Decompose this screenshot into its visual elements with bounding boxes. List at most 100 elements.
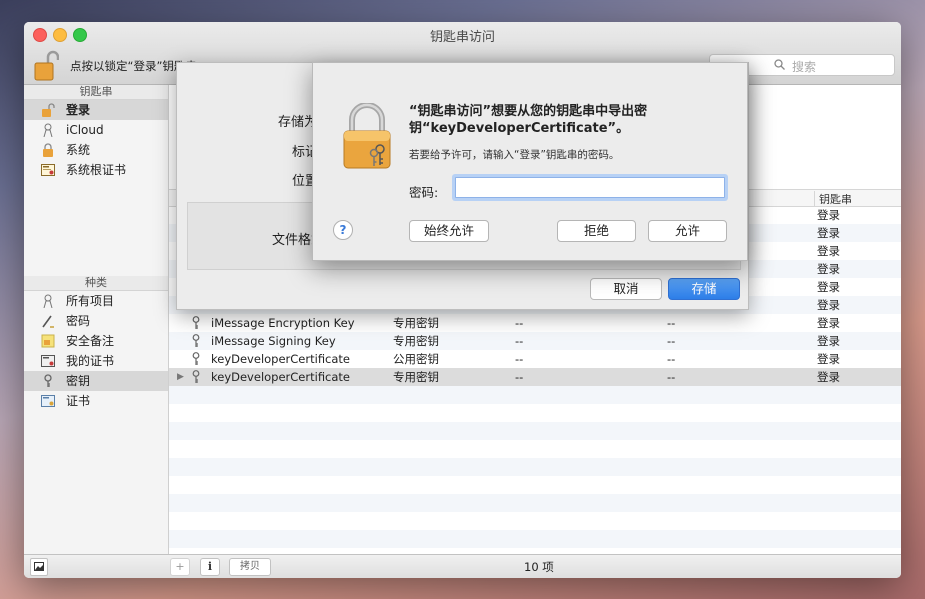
table-row[interactable]: iMessage Encryption Key 专用密钥 -- -- 登录 — [169, 314, 901, 332]
cell-date: -- — [515, 334, 524, 348]
sidebar-item-keys[interactable]: 密钥 — [24, 371, 168, 391]
save-button[interactable]: 存储 — [668, 278, 740, 300]
pen-icon — [42, 315, 54, 328]
sidebar-item-label: 登录 — [66, 103, 91, 117]
cell-date: -- — [515, 316, 524, 330]
sidebar-item-label: 密钥 — [66, 374, 91, 388]
certificate-icon — [41, 355, 55, 367]
cell-keychain: 登录 — [817, 334, 840, 348]
sidebar-item-label: 系统根证书 — [66, 163, 127, 177]
cell-keychain: 登录 — [817, 298, 840, 312]
cell-expires: -- — [667, 334, 676, 348]
cell-keychain: 登录 — [817, 316, 840, 330]
info-button[interactable]: i — [200, 558, 220, 576]
table-row[interactable]: iMessage Signing Key 专用密钥 -- -- 登录 — [169, 332, 901, 350]
sidebar-item-secure-notes[interactable]: 安全备注 — [24, 331, 168, 351]
cell-name: keyDeveloperCertificate — [211, 370, 351, 384]
categories-header: 种类 — [24, 276, 168, 291]
certificate-icon — [41, 395, 55, 407]
table-row[interactable]: ▶ keyDeveloperCertificate 专用密钥 -- -- 登录 — [169, 368, 901, 386]
dialog-subtitle: 若要给予许可，请输入“登录”钥匙串的密码。 — [409, 149, 620, 161]
sidebar-item-passwords[interactable]: 密码 — [24, 311, 168, 331]
cancel-button[interactable]: 取消 — [590, 278, 662, 300]
sidebar-item-label: 所有项目 — [66, 294, 115, 308]
copy-button[interactable]: 拷贝 — [229, 558, 271, 576]
cell-kind: 公用密钥 — [393, 352, 439, 366]
certificate-icon — [41, 164, 55, 176]
sidebar-item-label: iCloud — [66, 123, 104, 137]
empty-row — [169, 512, 901, 530]
empty-row — [169, 386, 901, 404]
cell-keychain: 登录 — [817, 370, 840, 384]
sidebar-item-label: 安全备注 — [66, 334, 115, 348]
cell-kind: 专用密钥 — [393, 370, 439, 384]
empty-row — [169, 440, 901, 458]
search-icon — [774, 59, 785, 70]
search-placeholder: 搜索 — [792, 60, 817, 74]
password-label: 密码: — [409, 185, 439, 200]
window-title: 钥匙串访问 — [429, 30, 495, 45]
sidebar: 钥匙串 登录 iCloud 系统 系统根证书 种类 所有项目 密码 安全备注 我… — [24, 85, 169, 554]
cell-keychain: 登录 — [817, 244, 840, 258]
sidebar-item-my-certificates[interactable]: 我的证书 — [24, 351, 168, 371]
key-icon — [192, 334, 200, 347]
keychains-header: 钥匙串 — [24, 85, 168, 100]
empty-row — [169, 422, 901, 440]
password-field[interactable] — [455, 177, 725, 198]
key-icon — [192, 316, 200, 329]
unlocked-padlock-icon — [42, 103, 55, 117]
cell-keychain: 登录 — [817, 208, 840, 222]
sidebar-item-label: 证书 — [66, 394, 91, 408]
unlocked-padlock-icon[interactable] — [33, 49, 59, 81]
always-allow-button[interactable]: 始终允许 — [409, 220, 489, 242]
cell-keychain: 登录 — [817, 262, 840, 276]
bottom-toolbar: + i 拷贝 10 项 — [24, 554, 901, 578]
person-icon — [43, 123, 53, 137]
key-icon — [192, 370, 200, 383]
sidebar-item-certificates[interactable]: 证书 — [24, 391, 168, 411]
add-button[interactable]: + — [170, 558, 190, 576]
cell-date: -- — [515, 352, 524, 366]
dialog-title: “钥匙串访问”想要从您的钥匙串中导出密钥“keyDeveloperCertifi… — [409, 104, 648, 136]
cell-kind: 专用密钥 — [393, 316, 439, 330]
empty-row — [169, 458, 901, 476]
empty-row — [169, 476, 901, 494]
padlock-icon — [43, 143, 53, 157]
empty-row — [169, 404, 901, 422]
column-keychain[interactable]: 钥匙串 — [814, 191, 852, 207]
cell-keychain: 登录 — [817, 280, 840, 294]
sidebar-item-system[interactable]: 系统 — [24, 140, 168, 160]
sidebar-item-label: 密码 — [66, 314, 91, 328]
sidebar-item-label: 我的证书 — [66, 354, 115, 368]
sidebar-item-label: 系统 — [66, 143, 91, 157]
disclosure-triangle-icon[interactable]: ▶ — [177, 368, 184, 386]
cell-date: -- — [515, 370, 524, 384]
empty-row — [169, 530, 901, 548]
cell-name: iMessage Signing Key — [211, 334, 336, 348]
sidebar-item-system-roots[interactable]: 系统根证书 — [24, 160, 168, 180]
cell-kind: 专用密钥 — [393, 334, 439, 348]
padlock-with-keys-icon — [343, 103, 391, 169]
sidebar-item-all-items[interactable]: 所有项目 — [24, 291, 168, 311]
sidebar-toggle-button[interactable] — [30, 558, 48, 576]
table-row[interactable]: keyDeveloperCertificate 公用密钥 -- -- 登录 — [169, 350, 901, 368]
key-icon — [44, 374, 52, 387]
person-icon — [43, 294, 53, 308]
help-button[interactable]: ? — [333, 220, 353, 240]
note-icon — [41, 334, 55, 348]
empty-row — [169, 494, 901, 512]
sidebar-item-login[interactable]: 登录 — [24, 100, 168, 120]
sidebar-item-icloud[interactable]: iCloud — [24, 120, 168, 140]
cell-expires: -- — [667, 352, 676, 366]
image-icon — [34, 562, 44, 571]
cell-keychain: 登录 — [817, 226, 840, 240]
item-count: 10 项 — [524, 560, 554, 574]
allow-button[interactable]: 允许 — [648, 220, 727, 242]
deny-button[interactable]: 拒绝 — [557, 220, 636, 242]
cell-expires: -- — [667, 370, 676, 384]
cell-name: iMessage Encryption Key — [211, 316, 355, 330]
key-icon — [192, 352, 200, 365]
cell-name: keyDeveloperCertificate — [211, 352, 351, 366]
cell-keychain: 登录 — [817, 352, 840, 366]
export-permission-dialog: “钥匙串访问”想要从您的钥匙串中导出密钥“keyDeveloperCertifi… — [312, 62, 748, 261]
